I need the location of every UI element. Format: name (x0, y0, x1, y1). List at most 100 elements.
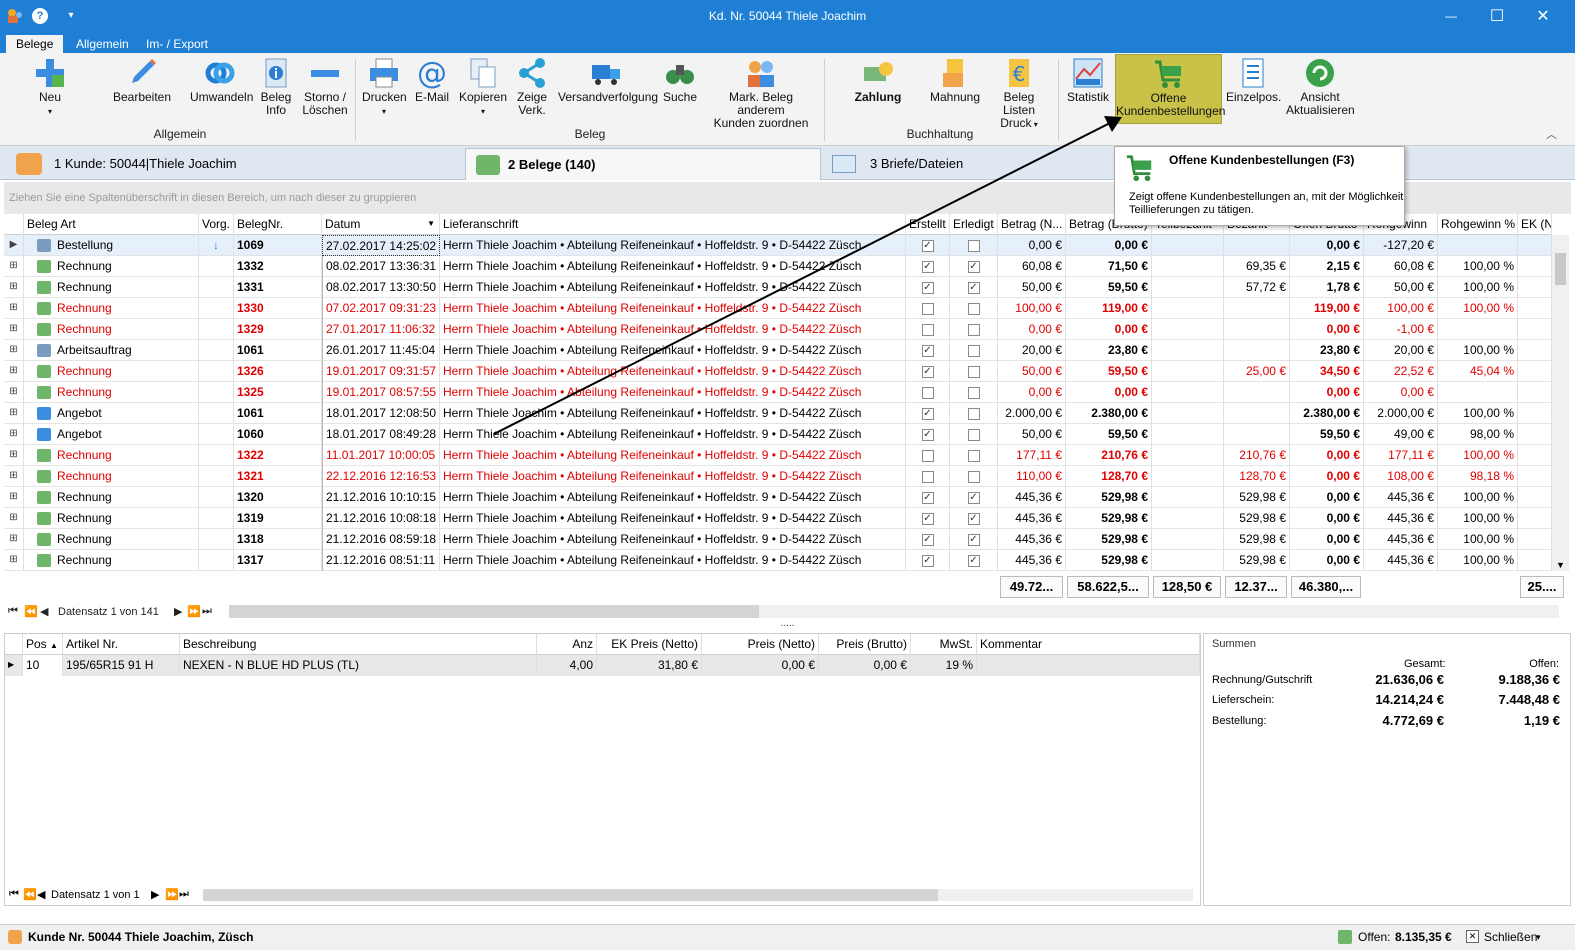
table-row[interactable]: ⊞ Rechnung 1318 21.12.2016 08:59:18 Herrn Th… (4, 529, 1552, 550)
hscroll-thumb[interactable] (229, 605, 759, 618)
erstellt-checkbox[interactable]: ✓ (921, 428, 934, 441)
nav-prev-icon[interactable]: ◀ (37, 888, 45, 901)
tab-kunde[interactable]: 1 Kunde: 50044|Thiele Joachim (12, 148, 462, 180)
col-erledigt[interactable]: Erledigt (950, 214, 998, 235)
erledigt-checkbox[interactable] (967, 365, 980, 378)
schliessen-dropdown-icon[interactable]: ▾ (1536, 926, 1541, 948)
erstellt-checkbox[interactable]: ✓ (921, 260, 934, 273)
table-row[interactable]: ⊞ Rechnung 1325 19.01.2017 08:57:55 Herrn Th… (4, 382, 1552, 403)
nav-prev-page-icon[interactable]: ⏪ (23, 888, 37, 901)
col-artikel-nr[interactable]: Artikel Nr. (63, 634, 180, 655)
table-row[interactable]: ⊞ Rechnung 1321 22.12.2016 12:16:53 Herrn Th… (4, 466, 1552, 487)
erledigt-checkbox[interactable] (967, 428, 980, 441)
einzelpos-button[interactable]: Einzelpos. (1226, 57, 1281, 104)
erstellt-checkbox[interactable]: ✓ (921, 491, 934, 504)
erledigt-checkbox[interactable]: ✓ (967, 281, 980, 294)
col-lieferanschrift[interactable]: Lieferanschrift (440, 214, 906, 235)
erstellt-checkbox[interactable]: ✓ (921, 554, 934, 567)
horizontal-scrollbar[interactable] (203, 889, 1193, 901)
erledigt-checkbox[interactable]: ✓ (967, 533, 980, 546)
expand-row-icon[interactable]: ⊞ (4, 550, 24, 571)
expand-row-icon[interactable]: ⊞ (4, 529, 24, 550)
expand-row-icon[interactable]: ⊞ (4, 298, 24, 319)
versandverfolgung-button[interactable]: Versandverfolgung (558, 57, 658, 104)
table-row[interactable]: ⊞ Rechnung 1332 08.02.2017 13:36:31 Herrn Th… (4, 256, 1552, 277)
col-pos[interactable]: Pos ▲ (23, 634, 63, 655)
erstellt-checkbox[interactable]: ✓ (921, 365, 934, 378)
grid-vertical-scrollbar[interactable]: ▼ (1552, 235, 1569, 571)
scroll-down-icon[interactable]: ▼ (1556, 560, 1565, 570)
bearbeiten-button[interactable]: Bearbeiten (112, 57, 172, 104)
expand-row-icon[interactable]: ⊞ (4, 319, 24, 340)
offene-kundenbestellungen-button[interactable]: Offene Kundenbestellungen (1115, 54, 1225, 124)
erledigt-checkbox[interactable] (967, 344, 980, 357)
tab-belege[interactable]: Belege (6, 35, 64, 53)
erledigt-checkbox[interactable] (967, 407, 980, 420)
col-ek-netto[interactable]: EK (Netto (1518, 214, 1552, 235)
neu-button[interactable]: Neu ▾ (30, 57, 70, 118)
close-window-icon[interactable]: ✕ (1466, 930, 1479, 943)
table-row[interactable]: ⊞ Arbeitsauftrag 1061 26.01.2017 11:45:04 He… (4, 340, 1552, 361)
col-datum[interactable]: Datum ▼ (322, 214, 440, 235)
erledigt-checkbox[interactable] (967, 386, 980, 399)
erledigt-checkbox[interactable]: ✓ (967, 260, 980, 273)
hscroll-thumb[interactable] (203, 889, 938, 901)
schliessen-button[interactable]: Schließen (1484, 926, 1537, 948)
beleg-listen-druck-button[interactable]: € Beleg Listen Druck ▾ (988, 57, 1050, 131)
nav-prev-icon[interactable]: ◀ (40, 605, 48, 618)
horizontal-scrollbar[interactable] (229, 605, 1559, 618)
kopieren-button[interactable]: Kopieren ▾ (458, 57, 508, 118)
nav-next-page-icon[interactable]: ⏩ (187, 605, 201, 618)
erstellt-checkbox[interactable] (921, 386, 934, 399)
col-kommentar[interactable]: Kommentar (977, 634, 1200, 655)
table-row[interactable]: ⊞ Rechnung 1330 07.02.2017 09:31:23 Herrn Th… (4, 298, 1552, 319)
nav-first-icon[interactable]: ⏮ (8, 605, 18, 618)
erledigt-checkbox[interactable] (967, 470, 980, 483)
nav-next-page-icon[interactable]: ⏩ (165, 888, 179, 901)
expand-row-icon[interactable]: ⊞ (4, 487, 24, 508)
col-anz[interactable]: Anz (537, 634, 597, 655)
erstellt-checkbox[interactable] (921, 302, 934, 315)
col-beschreibung[interactable]: Beschreibung (180, 634, 537, 655)
mahnung-button[interactable]: Mahnung (928, 57, 982, 104)
table-row[interactable]: ⊞ Rechnung 1326 19.01.2017 09:31:57 Herrn Th… (4, 361, 1552, 382)
erledigt-checkbox[interactable] (967, 302, 980, 315)
nav-last-icon[interactable]: ⏭ (202, 605, 212, 618)
col-erstellt[interactable]: Erstellt (906, 214, 950, 235)
col-belegnr[interactable]: BelegNr. (234, 214, 322, 235)
expand-row-icon[interactable]: ⊞ (4, 403, 24, 424)
erstellt-checkbox[interactable] (921, 323, 934, 336)
minimize-button[interactable]: — (1428, 0, 1474, 33)
email-button[interactable]: @ E-Mail (414, 57, 450, 104)
table-row[interactable]: ⊞ Rechnung 1331 08.02.2017 13:30:50 Herrn Th… (4, 277, 1552, 298)
nav-first-icon[interactable]: ⏮ (9, 888, 19, 901)
close-button[interactable]: ✕ (1520, 0, 1566, 33)
nav-last-icon[interactable]: ⏭ (179, 888, 189, 901)
erledigt-checkbox[interactable]: ✓ (967, 512, 980, 525)
drucken-button[interactable]: Drucken ▾ (362, 57, 407, 118)
nav-prev-page-icon[interactable]: ⏪ (24, 605, 38, 618)
table-row[interactable]: ⊞ Rechnung 1319 21.12.2016 10:08:18 Herrn Th… (4, 508, 1552, 529)
expand-row-icon[interactable]: ⊞ (4, 277, 24, 298)
table-row[interactable]: ⊞ Rechnung 1322 11.01.2017 10:00:05 Herrn Th… (4, 445, 1552, 466)
nav-next-icon[interactable]: ▶ (151, 888, 159, 901)
table-row[interactable]: ⊞ Angebot 1060 18.01.2017 08:49:28 Herrn Thi… (4, 424, 1552, 445)
suche-button[interactable]: Suche (660, 57, 700, 104)
erstellt-checkbox[interactable] (921, 470, 934, 483)
ansicht-aktualisieren-button[interactable]: Ansicht Aktualisieren (1286, 57, 1355, 117)
expand-row-icon[interactable]: ⊞ (4, 508, 24, 529)
erstellt-checkbox[interactable]: ✓ (921, 407, 934, 420)
expand-row-icon[interactable]: ⊞ (4, 340, 24, 361)
zahlung-button[interactable]: Zahlung (848, 57, 908, 104)
erledigt-checkbox[interactable] (967, 239, 980, 252)
table-row[interactable]: ⊞ Rechnung 1320 21.12.2016 10:10:15 Herrn Th… (4, 487, 1552, 508)
expand-row-icon[interactable]: ⊞ (4, 445, 24, 466)
nav-next-icon[interactable]: ▶ (174, 605, 182, 618)
tab-allgemein[interactable]: Allgemein (66, 35, 139, 53)
table-row[interactable]: ▶ Bestellung ↓ 1069 27.02.2017 14:25:02 Herrn… (4, 235, 1552, 256)
umwandeln-button[interactable]: Umwandeln (190, 57, 253, 104)
row-indicator-icon[interactable]: ▶ (4, 235, 24, 256)
erstellt-checkbox[interactable] (921, 449, 934, 462)
zeige-verk-button[interactable]: Zeige Verk. (512, 57, 552, 117)
erstellt-checkbox[interactable]: ✓ (921, 281, 934, 294)
